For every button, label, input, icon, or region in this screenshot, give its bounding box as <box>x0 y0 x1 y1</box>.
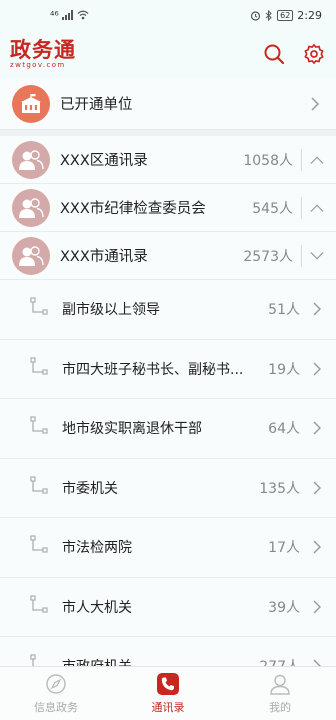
group-avatar <box>12 188 50 227</box>
compass-icon <box>44 672 68 696</box>
people-icon <box>19 245 44 266</box>
chevron-right-icon <box>310 600 324 614</box>
building-icon-avatar <box>12 84 50 123</box>
subgroup-row[interactable]: 市四大班子秘书长、副秘书... 19人 <box>0 339 336 399</box>
logo-title: 政务通 <box>10 37 76 62</box>
tree-branch-icon <box>30 595 48 619</box>
group-label: XXX市纪律检查委员会 <box>60 201 206 217</box>
tab-info[interactable]: 信息政务 <box>0 667 112 720</box>
chevron-right-icon <box>310 481 324 495</box>
group-row[interactable]: XXX区通讯录 1058人 <box>0 136 336 184</box>
tree-branch-icon <box>30 476 48 500</box>
contact-list[interactable]: 已开通单位 XXX区通讯录 1058人 XXX市纪律检查委员会 545人 XXX… <box>0 78 336 666</box>
building-icon <box>21 93 41 113</box>
chevron-up-icon[interactable] <box>310 201 324 215</box>
opened-units-row[interactable]: 已开通单位 <box>0 78 336 130</box>
chevron-right-icon <box>310 659 324 666</box>
phone-icon <box>156 672 180 696</box>
tree-branch-icon <box>30 416 48 440</box>
subgroup-row[interactable]: 市政府机关277人 <box>0 637 336 666</box>
subgroup-row[interactable]: 地市级实职离退休干部 64人 <box>0 399 336 459</box>
search-icon <box>264 44 285 65</box>
chevron-right-icon <box>310 421 324 435</box>
subgroup-row[interactable]: 市委机关 135人 <box>0 458 336 518</box>
people-icon <box>19 197 44 218</box>
gear-icon <box>304 44 324 64</box>
group-avatar <box>12 140 50 179</box>
subgroup-row[interactable]: 副市级以上领导 51人 <box>0 280 336 340</box>
chevron-right-icon <box>310 362 324 376</box>
clock: 2:29 <box>297 8 322 22</box>
tab-contacts[interactable]: 通讯录 <box>112 667 224 720</box>
subgroup-count: 17人 <box>268 540 300 557</box>
header-actions <box>262 42 326 66</box>
subgroup-count: 19人 <box>268 361 300 378</box>
alarm-icon <box>251 10 261 21</box>
tree-branch-icon <box>30 357 48 381</box>
chevron-down-icon[interactable] <box>310 249 324 263</box>
subgroup-count: 277人 <box>259 656 300 666</box>
group-avatar <box>12 236 50 275</box>
subgroup-label: 市四大班子秘书长、副秘书... <box>62 361 244 378</box>
search-button[interactable] <box>262 42 286 66</box>
people-icon <box>19 149 44 170</box>
chevron-up-icon[interactable] <box>310 153 324 167</box>
chevron-right-icon <box>310 540 324 554</box>
status-right: 62 2:29 <box>250 9 322 22</box>
subgroup-count: 39人 <box>268 599 300 616</box>
subgroup-row[interactable]: 市法检两院 17人 <box>0 518 336 578</box>
group-row[interactable]: XXX市纪律检查委员会 545人 <box>0 184 336 232</box>
subgroup-label: 市政府机关 <box>62 656 259 666</box>
subgroup-count: 135人 <box>259 480 300 497</box>
status-left: ⁴⁶ <box>50 9 89 22</box>
divider <box>301 196 302 219</box>
chevron-right-icon <box>310 302 324 316</box>
subgroup-count: 64人 <box>268 421 300 438</box>
subgroup-label: 市法检两院 <box>62 540 132 557</box>
app-logo: 政务通 zwtgov.com <box>10 37 76 69</box>
bluetooth-icon <box>265 9 272 21</box>
tab-mine[interactable]: 我的 <box>224 667 336 720</box>
status-bar: ⁴⁶ 62 2:29 <box>0 0 336 30</box>
tree-branch-icon <box>30 535 48 559</box>
wifi-icon <box>77 10 89 20</box>
group-count: 1058人 <box>243 152 293 169</box>
subgroup-list: 副市级以上领导 51人市四大班子秘书长、副秘书... 19人地市级实职离退休干部 64… <box>0 280 336 666</box>
logo-domain: zwtgov.com <box>10 60 66 69</box>
subgroup-label: 市委机关 <box>62 480 118 497</box>
subgroup-row[interactable]: 市人大机关 39人 <box>0 577 336 637</box>
signal-label: ⁴⁶ <box>50 8 59 22</box>
group-row[interactable]: XXX市通讯录 2573人 <box>0 232 336 280</box>
tree-branch-icon <box>30 654 48 666</box>
divider <box>301 148 302 171</box>
tree-branch-icon <box>30 297 48 321</box>
group-label: XXX市通讯录 <box>60 249 148 265</box>
opened-units-label: 已开通单位 <box>60 97 133 113</box>
battery-indicator: 62 <box>277 9 294 21</box>
tab-mine-label: 我的 <box>269 701 291 714</box>
group-count: 2573人 <box>243 248 293 265</box>
signal-icon <box>61 10 73 20</box>
group-label: XXX区通讯录 <box>60 153 148 169</box>
tab-info-label: 信息政务 <box>34 701 78 714</box>
subgroup-count: 51人 <box>268 302 300 319</box>
bottom-tab-bar: 信息政务 通讯录 我的 <box>0 666 336 720</box>
group-count: 545人 <box>252 200 293 217</box>
subgroup-label: 地市级实职离退休干部 <box>62 421 202 438</box>
subgroup-label: 市人大机关 <box>62 599 132 616</box>
app-header: 政务通 zwtgov.com <box>0 30 336 78</box>
divider <box>301 244 302 267</box>
user-icon <box>268 672 292 696</box>
subgroup-label: 副市级以上领导 <box>62 302 160 319</box>
settings-button[interactable] <box>302 42 326 66</box>
chevron-right-icon <box>308 97 322 111</box>
tab-contacts-label: 通讯录 <box>151 701 185 714</box>
